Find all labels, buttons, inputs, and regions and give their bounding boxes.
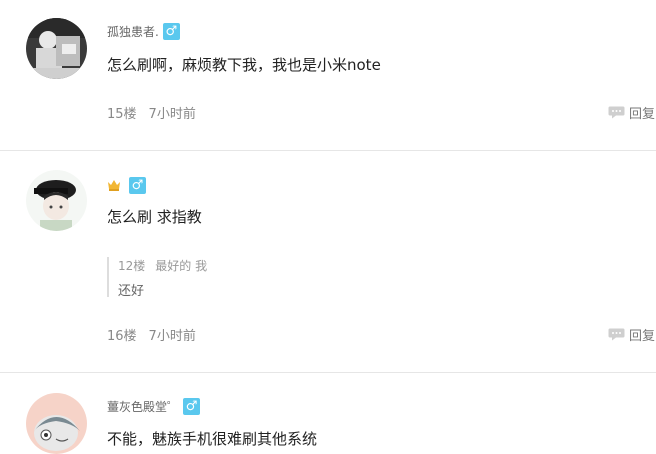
floor-number: 15楼 xyxy=(107,107,137,122)
comment-text: 怎么刷啊，麻烦教下我，我也是小米note xyxy=(107,56,381,74)
male-gender-icon: ♂ xyxy=(129,176,146,194)
comment-item: ♂ 怎么刷 求指教 12楼 最好的 我 还好 16楼 7小时前 回复 xyxy=(0,151,656,373)
user-info: ♂ xyxy=(107,176,146,194)
quoted-reply: 12楼 最好的 我 还好 xyxy=(107,257,418,299)
comment-bubble-icon xyxy=(608,328,625,341)
comment-meta: 16楼 7小时前 xyxy=(107,325,196,344)
comment-item: 薑灰色殿堂゜ ♂ 不能，魅族手机很难刷其他系统 xyxy=(0,373,656,454)
male-gender-icon: ♂ xyxy=(183,397,201,415)
post-time: 7小时前 xyxy=(148,107,196,122)
comment-text: 不能，魅族手机很难刷其他系统 xyxy=(107,430,318,448)
quote-floor: 12楼 xyxy=(118,259,146,273)
comment-bubble-icon xyxy=(608,106,625,119)
reply-button[interactable]: 回复 xyxy=(608,103,655,122)
reply-label: 回复 xyxy=(629,107,656,122)
avatar[interactable] xyxy=(26,170,87,231)
quote-text: 还好 xyxy=(118,284,145,299)
comment-text: 怎么刷 求指教 xyxy=(107,208,202,226)
reply-button[interactable]: 回复 xyxy=(608,325,655,344)
male-gender-icon: ♂ xyxy=(162,22,180,40)
comment-item: 孤独患者. ♂ 怎么刷啊，麻烦教下我，我也是小米note 15楼 7小时前 回复 xyxy=(0,0,656,151)
avatar[interactable] xyxy=(26,393,87,454)
username[interactable]: 孤独患者. xyxy=(107,23,159,40)
user-info: 孤独患者. ♂ xyxy=(107,22,180,40)
comment-meta: 15楼 7小时前 xyxy=(107,103,196,122)
username[interactable]: 薑灰色殿堂゜ xyxy=(107,398,179,415)
reply-label: 回复 xyxy=(629,329,656,344)
crown-badge-icon xyxy=(108,180,120,191)
user-info: 薑灰色殿堂゜ ♂ xyxy=(107,397,201,415)
avatar[interactable] xyxy=(26,18,87,79)
floor-number: 16楼 xyxy=(107,329,137,344)
quote-author[interactable]: 最好的 我 xyxy=(155,257,207,274)
post-time: 7小时前 xyxy=(148,329,196,344)
